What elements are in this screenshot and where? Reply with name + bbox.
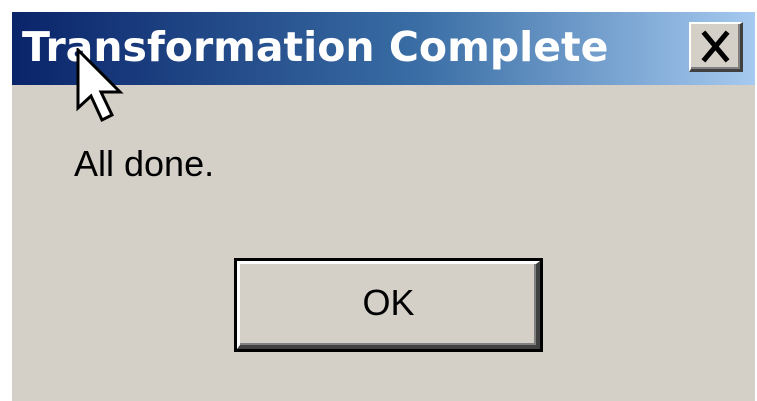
ok-button[interactable]: OK xyxy=(234,258,543,352)
dialog-message: All done. xyxy=(74,143,215,184)
ok-button-label: OK xyxy=(362,282,415,323)
close-button[interactable] xyxy=(689,22,743,72)
close-icon xyxy=(701,30,730,63)
arrow-cursor-icon xyxy=(76,48,124,123)
